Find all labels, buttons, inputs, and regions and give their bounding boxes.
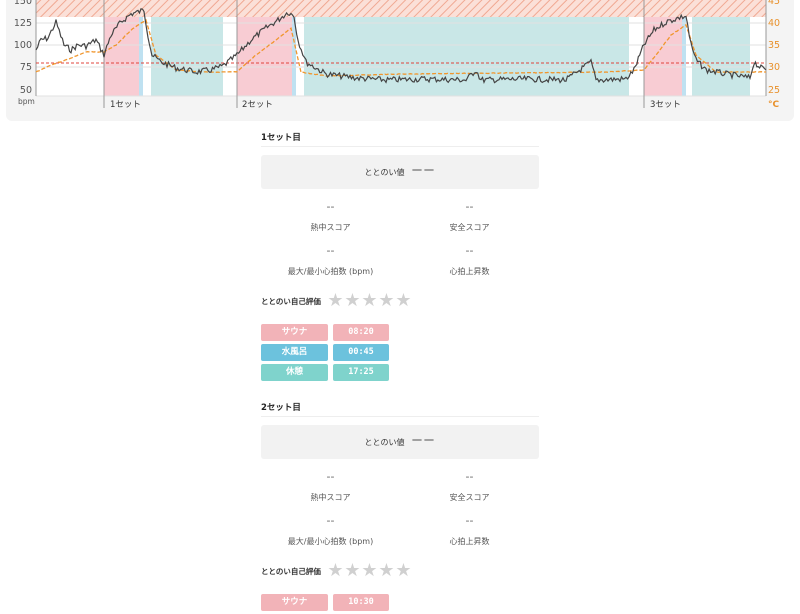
ytick-right-2: 35	[768, 40, 780, 51]
metric-row: -- 最大/最小心拍数 (bpm) -- 心拍上昇数	[261, 244, 539, 277]
set-label-3: 3セット	[650, 100, 681, 110]
ytick-right-3: 30	[768, 62, 780, 73]
ytick-right-1: 40	[768, 18, 780, 29]
set-label-1: 1セット	[110, 100, 141, 110]
totonoi-box: ととのい値 ーー	[261, 425, 539, 459]
heat-score-value: --	[326, 470, 335, 483]
totonoi-label: ととのい値	[364, 167, 405, 177]
ytick-left-0: 150	[14, 0, 32, 7]
zone-rest-1	[151, 17, 223, 96]
totonoi-value: ーー	[411, 164, 436, 177]
hr-range-label: 最大/最小心拍数 (bpm)	[287, 267, 374, 276]
safety-score: -- 安全スコア	[400, 200, 539, 233]
phase-row-water: 水風呂 00:45	[261, 344, 539, 361]
heart-rate-chart: 150 125 100 75 50 bpm 45 40 35 30 25 °C …	[6, 0, 794, 121]
self-rating: ととのい自己評価 ★ ★ ★ ★ ★	[261, 562, 539, 580]
phase-list: サウナ 10:30	[261, 594, 539, 611]
totonoi-value: ーー	[411, 434, 436, 447]
zone-rest-3	[692, 17, 750, 96]
set-section-1: 1セット目 ととのい値 ーー -- 熱中スコア -- 安全スコア -- 最大/最…	[261, 131, 539, 384]
set-title: 1セット目	[261, 131, 539, 147]
hr-rise-value: --	[465, 514, 474, 527]
set-title: 2セット目	[261, 401, 539, 417]
danger-band	[36, 0, 766, 17]
safety-score-value: --	[465, 200, 474, 213]
star-icon[interactable]: ★	[378, 562, 395, 580]
phase-tag-rest: 休憩	[261, 364, 328, 381]
zone-rest-2	[304, 17, 629, 96]
self-rating: ととのい自己評価 ★ ★ ★ ★ ★	[261, 292, 539, 310]
heat-score-label: 熱中スコア	[310, 493, 351, 502]
phase-row-rest: 休憩 17:25	[261, 364, 539, 381]
y-right-unit: °C	[768, 100, 780, 110]
star-icon[interactable]: ★	[327, 562, 344, 580]
y-left-unit: bpm	[18, 97, 35, 106]
metric-row: -- 熱中スコア -- 安全スコア	[261, 200, 539, 233]
phase-time-water: 00:45	[333, 344, 389, 361]
heat-score: -- 熱中スコア	[261, 470, 400, 503]
totonoi-box: ととのい値 ーー	[261, 155, 539, 189]
hr-range: -- 最大/最小心拍数 (bpm)	[261, 514, 400, 547]
heat-score-label: 熱中スコア	[310, 223, 351, 232]
hr-rise: -- 心拍上昇数	[400, 244, 539, 277]
metric-row: -- 最大/最小心拍数 (bpm) -- 心拍上昇数	[261, 514, 539, 547]
heat-score: -- 熱中スコア	[261, 200, 400, 233]
metric-row: -- 熱中スコア -- 安全スコア	[261, 470, 539, 503]
hr-range: -- 最大/最小心拍数 (bpm)	[261, 244, 400, 277]
heat-score-value: --	[326, 200, 335, 213]
ytick-left-1: 125	[14, 18, 32, 29]
phase-list: サウナ 08:20 水風呂 00:45 休憩 17:25	[261, 324, 539, 381]
phase-tag-sauna: サウナ	[261, 594, 328, 611]
hr-rise-value: --	[465, 244, 474, 257]
self-rating-label: ととのい自己評価	[261, 566, 321, 576]
safety-score: -- 安全スコア	[400, 470, 539, 503]
chart-svg: 150 125 100 75 50 bpm 45 40 35 30 25 °C …	[14, 0, 780, 110]
hr-rise-label: 心拍上昇数	[449, 537, 490, 546]
set-label-2: 2セット	[242, 100, 273, 110]
phase-row-sauna: サウナ 08:20	[261, 324, 539, 341]
star-icon[interactable]: ★	[361, 292, 378, 310]
zone-sauna-2	[237, 17, 292, 96]
ytick-left-3: 75	[20, 62, 32, 73]
zone-water-1	[139, 17, 143, 96]
star-icon[interactable]: ★	[378, 292, 395, 310]
ytick-left-4: 50	[20, 85, 32, 96]
hr-range-value: --	[326, 244, 335, 257]
star-icon[interactable]: ★	[344, 562, 361, 580]
safety-score-label: 安全スコア	[449, 223, 490, 232]
safety-score-label: 安全スコア	[449, 493, 490, 502]
zone-sauna-3	[644, 17, 682, 96]
phase-tag-water: 水風呂	[261, 344, 328, 361]
hr-range-value: --	[326, 514, 335, 527]
hr-rise: -- 心拍上昇数	[400, 514, 539, 547]
totonoi-label: ととのい値	[364, 437, 405, 447]
star-icon[interactable]: ★	[395, 292, 412, 310]
hr-rise-label: 心拍上昇数	[449, 267, 490, 276]
ytick-right-4: 25	[768, 85, 780, 96]
phase-time-sauna: 08:20	[333, 324, 389, 341]
star-icon[interactable]: ★	[395, 562, 412, 580]
phase-time-sauna: 10:30	[333, 594, 389, 611]
zone-water-3	[682, 17, 686, 96]
hr-range-label: 最大/最小心拍数 (bpm)	[287, 537, 374, 546]
safety-score-value: --	[465, 470, 474, 483]
ytick-right-0: 45	[768, 0, 780, 7]
phase-time-rest: 17:25	[333, 364, 389, 381]
phase-row-sauna: サウナ 10:30	[261, 594, 539, 611]
phase-tag-sauna: サウナ	[261, 324, 328, 341]
star-icon[interactable]: ★	[344, 292, 361, 310]
self-rating-label: ととのい自己評価	[261, 296, 321, 306]
ytick-left-2: 100	[14, 40, 32, 51]
star-icon[interactable]: ★	[361, 562, 378, 580]
star-icon[interactable]: ★	[327, 292, 344, 310]
set-section-2: 2セット目 ととのい値 ーー -- 熱中スコア -- 安全スコア -- 最大/最…	[261, 401, 539, 614]
